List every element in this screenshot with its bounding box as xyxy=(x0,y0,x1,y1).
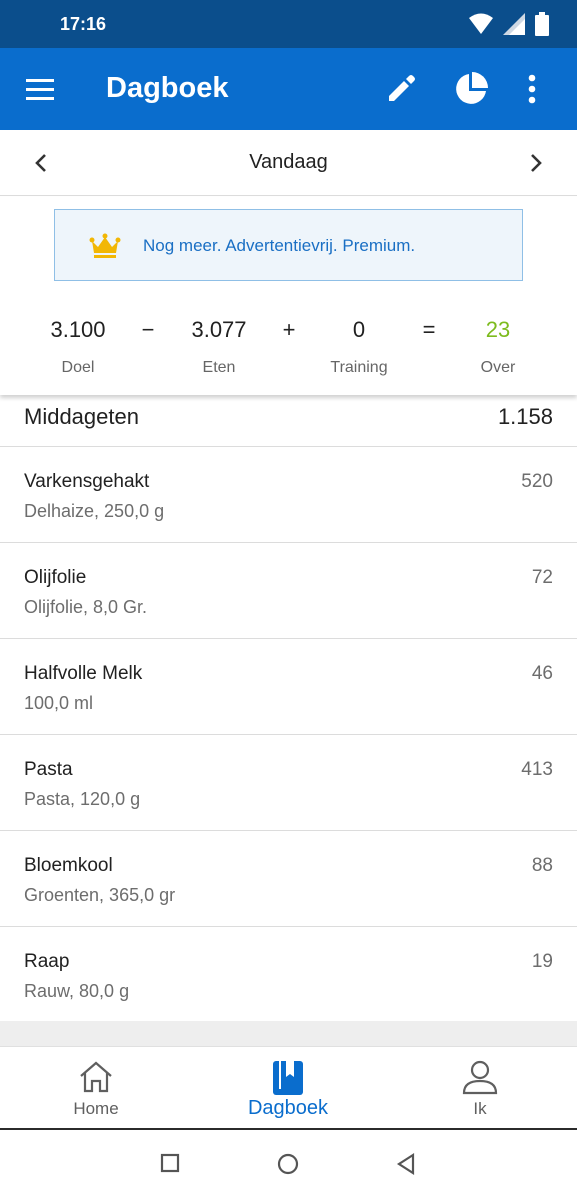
food-name: Pasta xyxy=(24,759,73,780)
food-calories: 413 xyxy=(521,759,553,780)
home-circle-icon[interactable] xyxy=(277,1153,299,1175)
app-bar: Dagboek xyxy=(0,48,577,130)
nav-home-label: Home xyxy=(73,1099,119,1118)
exercise-label: Training xyxy=(330,359,388,376)
food-detail: Delhaize, 250,0 g xyxy=(24,501,165,521)
nav-me[interactable]: Ik xyxy=(384,1047,576,1131)
wifi-icon xyxy=(469,13,493,34)
crown-icon xyxy=(89,233,121,258)
bottom-navigation: Home Dagboek Ik xyxy=(0,1046,577,1130)
calorie-summary-card: Nog meer. Advertentievrij. Premium. 3.10… xyxy=(0,197,577,395)
premium-banner[interactable]: Nog meer. Advertentievrij. Premium. xyxy=(54,209,523,281)
food-entry[interactable]: Raap Rauw, 80,0 g 19 xyxy=(0,927,577,1023)
food-entry[interactable]: Pasta Pasta, 120,0 g 413 xyxy=(0,735,577,831)
meal-list: Middageten 1.158 Varkensgehakt Delhaize,… xyxy=(0,396,577,1023)
equals-sign: = xyxy=(422,317,436,342)
status-icons xyxy=(469,12,549,36)
food-entry[interactable]: Olijfolie Olijfolie, 8,0 Gr. 72 xyxy=(0,543,577,639)
food-calories: 520 xyxy=(521,471,553,492)
food-calories: 72 xyxy=(531,567,553,588)
chevron-right-icon[interactable] xyxy=(521,148,551,178)
food-detail: 100,0 ml xyxy=(24,693,94,713)
meal-title: Middageten xyxy=(24,404,139,429)
person-icon xyxy=(462,1060,498,1095)
food-calories: 19 xyxy=(531,951,553,972)
edit-icon[interactable] xyxy=(384,72,418,106)
battery-icon xyxy=(535,12,549,36)
food-name: Bloemkool xyxy=(24,855,113,876)
section-divider xyxy=(0,1021,577,1047)
food-entry[interactable]: Bloemkool Groenten, 365,0 gr 88 xyxy=(0,831,577,927)
food-entry[interactable]: Halfvolle Melk 100,0 ml 46 xyxy=(0,639,577,735)
diary-icon xyxy=(273,1061,303,1095)
menu-icon[interactable] xyxy=(20,70,60,110)
minus-sign: − xyxy=(141,317,155,342)
premium-text: Nog meer. Advertentievrij. Premium. xyxy=(143,236,416,255)
food-name: Halfvolle Melk xyxy=(24,663,143,684)
status-time: 17:16 xyxy=(60,14,107,34)
food-entry[interactable]: Varkensgehakt Delhaize, 250,0 g 520 xyxy=(0,447,577,543)
page-title: Dagboek xyxy=(106,72,229,104)
calorie-equation: 3.100 Doel − 3.077 Eten + 0 Training = 2… xyxy=(0,315,577,385)
food-detail: Olijfolie, 8,0 Gr. xyxy=(24,597,148,617)
food-calories: 88 xyxy=(531,855,553,876)
goal-value: 3.100 xyxy=(50,317,106,342)
status-bar: 17:16 xyxy=(0,0,577,48)
remaining-value: 23 xyxy=(485,317,511,342)
signal-icon xyxy=(503,13,525,35)
food-label: Eten xyxy=(202,359,236,376)
remaining-label: Over xyxy=(480,359,516,376)
pie-chart-icon[interactable] xyxy=(452,70,490,108)
nav-diary[interactable]: Dagboek xyxy=(192,1047,384,1131)
exercise-value: 0 xyxy=(352,317,366,342)
nav-diary-label: Dagboek xyxy=(247,1097,329,1119)
more-vert-icon[interactable] xyxy=(518,70,546,108)
food-detail: Rauw, 80,0 g xyxy=(24,981,130,1001)
nav-home[interactable]: Home xyxy=(0,1047,192,1131)
nav-me-label: Ik xyxy=(473,1099,487,1118)
plus-sign: + xyxy=(282,317,296,342)
back-icon[interactable] xyxy=(396,1153,416,1175)
recents-icon[interactable] xyxy=(160,1153,180,1173)
date-label[interactable]: Vandaag xyxy=(0,151,577,174)
meal-section-header[interactable]: Middageten 1.158 xyxy=(0,396,577,447)
food-calories: 46 xyxy=(531,663,553,684)
goal-label: Doel xyxy=(61,359,95,376)
food-value: 3.077 xyxy=(191,317,247,342)
date-navigator: Vandaag xyxy=(0,130,577,196)
system-navigation-bar xyxy=(0,1131,577,1200)
food-detail: Pasta, 120,0 g xyxy=(24,789,141,809)
food-name: Olijfolie xyxy=(24,567,87,588)
food-name: Varkensgehakt xyxy=(24,471,150,492)
food-name: Raap xyxy=(24,951,70,972)
home-icon xyxy=(80,1061,112,1093)
meal-total: 1.158 xyxy=(497,404,553,429)
food-detail: Groenten, 365,0 gr xyxy=(24,885,176,905)
